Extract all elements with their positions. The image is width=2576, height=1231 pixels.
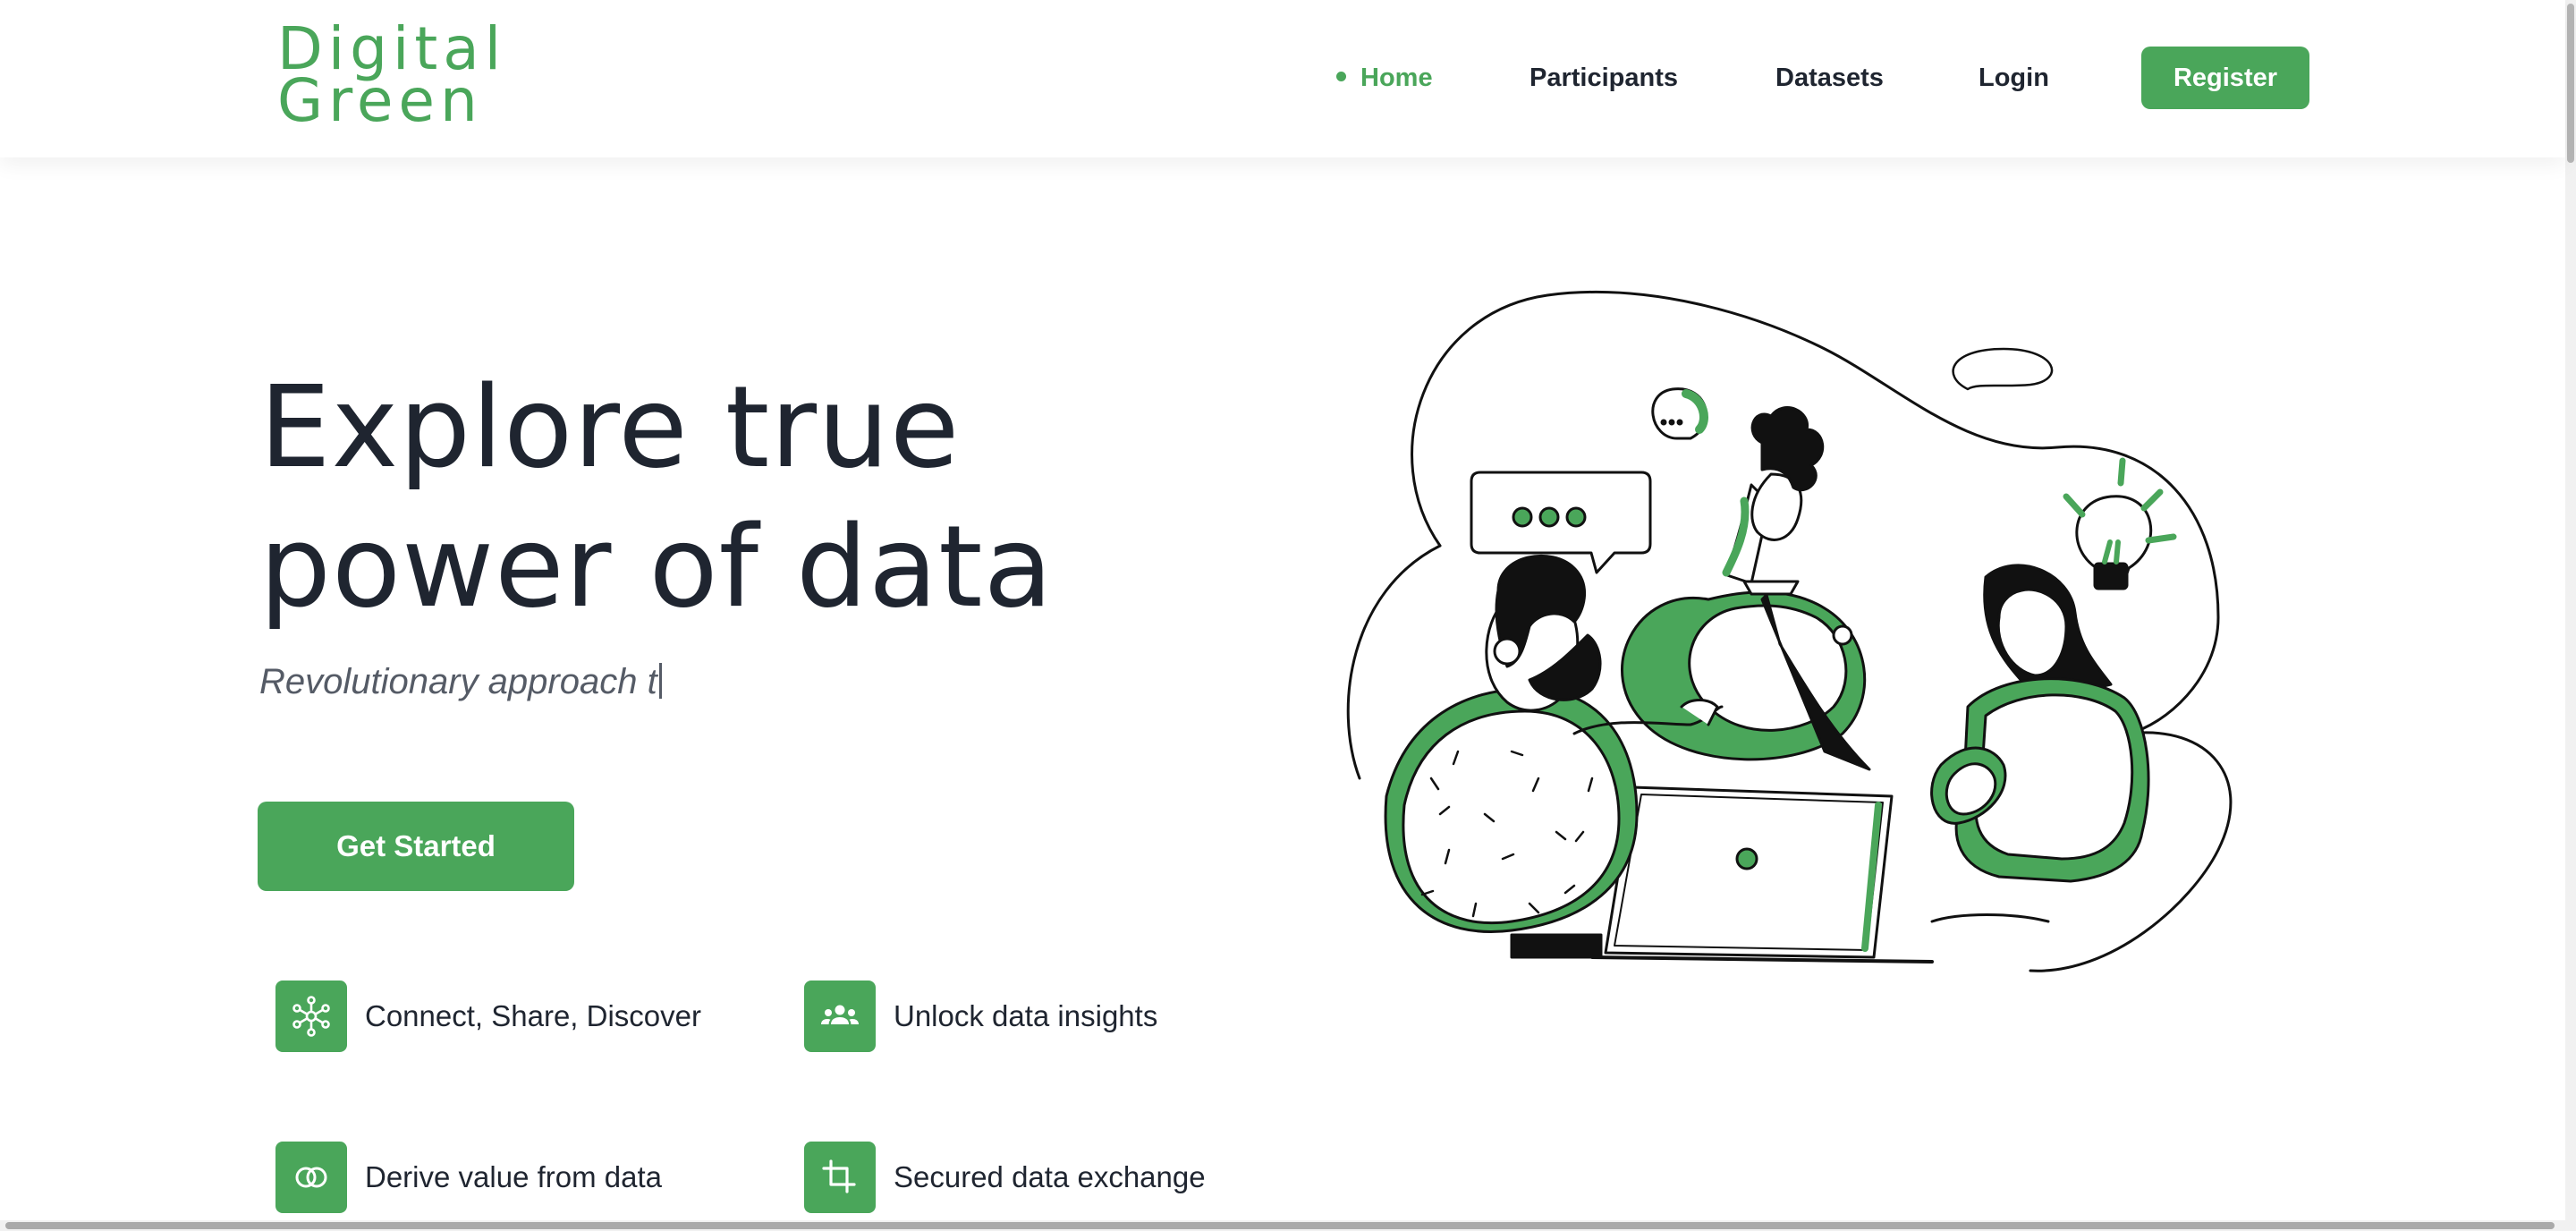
group-people-icon (804, 981, 876, 1052)
vertical-scrollbar-thumb[interactable] (2567, 4, 2574, 163)
nav-home-link[interactable]: Home (1336, 47, 1433, 109)
overlapping-circles-icon (275, 1142, 347, 1213)
feature-label: Derive value from data (365, 1160, 662, 1193)
feature-label: Secured data exchange (894, 1160, 1206, 1193)
hero-title-line-2: power of data (259, 501, 1054, 632)
feature-label: Connect, Share, Discover (365, 999, 702, 1032)
hero-subtitle-text: Revolutionary approach t (259, 662, 657, 701)
vertical-scrollbar[interactable] (2565, 0, 2576, 1231)
feature-label: Unlock data insights (894, 999, 1158, 1032)
hero-title-line-1: Explore true (259, 361, 961, 493)
horizontal-scrollbar-thumb[interactable] (5, 1222, 2555, 1229)
typing-caret (658, 663, 662, 699)
active-dot-icon (1336, 71, 1346, 81)
main-nav: Home Participants Datasets Login Registe… (0, 47, 2565, 109)
hub-network-icon (275, 981, 347, 1052)
nav-participants-link[interactable]: Participants (1530, 47, 1678, 109)
nav-datasets-link[interactable]: Datasets (1775, 47, 1884, 109)
hero-subtitle: Revolutionary approach t (259, 662, 662, 702)
team-collaboration-illustration (1346, 290, 2233, 972)
hero-title: Explore true power of data (259, 358, 1054, 637)
nav-login-link[interactable]: Login (1979, 47, 2049, 109)
site-header: Digital Green Home Participants Datasets… (0, 0, 2565, 157)
nav-home-label: Home (1360, 64, 1433, 92)
crop-icon (804, 1142, 876, 1213)
get-started-button[interactable]: Get Started (258, 802, 574, 891)
horizontal-scrollbar[interactable] (0, 1220, 2565, 1231)
register-button[interactable]: Register (2141, 47, 2309, 109)
